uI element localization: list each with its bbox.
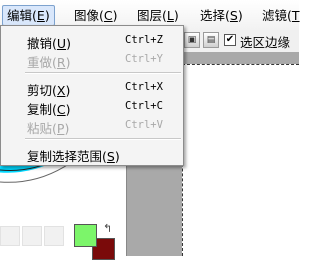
menu-separator [25, 138, 181, 140]
selection-subtract-icon[interactable]: ▤ [203, 32, 219, 48]
menu-separator [25, 72, 181, 74]
options-toolbar: ▣ ▤ ✔ 选区边缘 [183, 30, 299, 52]
selection-edge-label: 选区边缘 [240, 35, 291, 50]
edit-menu-dropdown: 撤销(U) Ctrl+Z 重做(R) Ctrl+Y 剪切(X) Ctrl+X 复… [0, 25, 184, 166]
menu-layer[interactable]: 图层(L) [133, 5, 183, 26]
menu-item-redo[interactable]: 重做(R) Ctrl+Y [1, 48, 183, 70]
foreground-color-swatch[interactable] [74, 224, 97, 247]
selection-edge-checkbox[interactable]: ✔ [224, 34, 236, 46]
menu-filter[interactable]: 滤镜(T [258, 5, 304, 26]
menu-item-paste[interactable]: 粘贴(P) Ctrl+V [1, 114, 183, 136]
menu-item-copy-selection[interactable]: 复制选择范围(S) [1, 142, 183, 164]
selection-mode-icon[interactable]: ▣ [184, 32, 200, 48]
image-canvas[interactable] [182, 64, 299, 256]
menu-select[interactable]: 选择(S) [196, 5, 247, 26]
menu-edit[interactable]: 编辑(E) [2, 5, 55, 26]
menu-image[interactable]: 图像(C) [70, 5, 122, 26]
